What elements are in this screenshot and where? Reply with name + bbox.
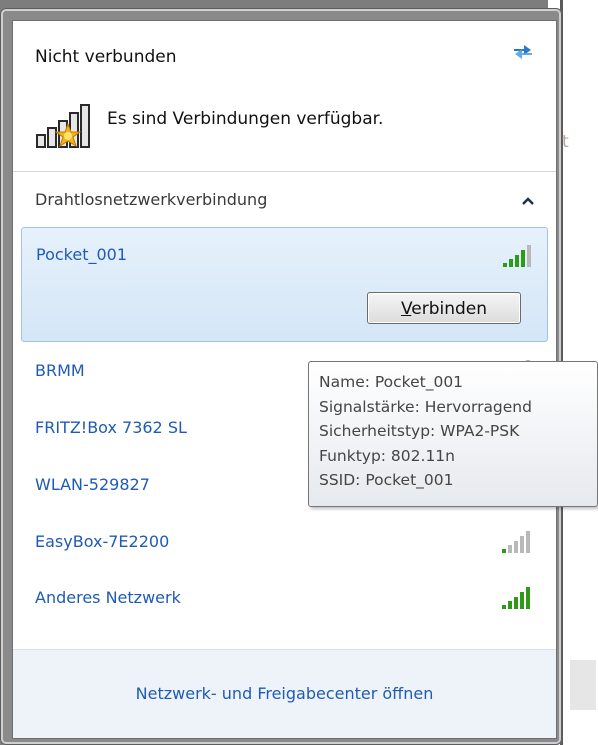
network-name: BRMM: [35, 361, 85, 380]
signal-bar: [502, 549, 506, 553]
signal-bar: [520, 592, 524, 609]
network-available-icon: [36, 104, 90, 148]
network-details-tooltip: Name: Pocket_001 Signalstärke: Hervorrag…: [308, 361, 598, 507]
wireless-section-header[interactable]: Drahtlosnetzwerkverbindung: [13, 172, 556, 228]
network-item[interactable]: Anderes Netzwerk: [21, 574, 546, 624]
background-panel: [570, 660, 596, 710]
tooltip-line: Sicherheitstyp: WPA2-PSK: [319, 422, 520, 440]
wireless-section-label: Drahtlosnetzwerkverbindung: [35, 190, 268, 209]
network-name: Anderes Netzwerk: [35, 588, 181, 607]
signal-strength-icon: [502, 531, 530, 553]
signal-strength-icon: [502, 587, 530, 609]
tooltip-line: SSID: Pocket_001: [319, 471, 454, 489]
tooltip-line: Name: Pocket_001: [319, 373, 464, 391]
network-name: WLAN-529827: [35, 475, 150, 494]
signal-bar: [526, 587, 530, 609]
flyout-footer: Netzwerk- und Freigabecenter öffnen: [13, 649, 556, 738]
connections-available-text: Es sind Verbindungen verfügbar.: [107, 109, 384, 129]
connection-status: Nicht verbunden: [35, 47, 177, 67]
network-name: FRITZ!Box 7362 SL: [35, 418, 187, 437]
network-name: Pocket_001: [36, 245, 128, 264]
signal-bar: [526, 531, 530, 553]
connect-button[interactable]: Verbinden: [367, 292, 521, 324]
signal-bar: [520, 536, 524, 553]
signal-bar: [508, 601, 512, 609]
network-item[interactable]: EasyBox-7E2200: [21, 518, 546, 568]
signal-bar: [521, 250, 525, 267]
signal-strength-icon: [503, 245, 531, 267]
signal-bar: [509, 259, 513, 267]
signal-bar: [514, 541, 518, 553]
chevron-up-icon[interactable]: [522, 197, 534, 205]
network-name: EasyBox-7E2200: [35, 532, 170, 551]
signal-bar: [527, 245, 531, 267]
signal-bar: [508, 545, 512, 553]
signal-bar: [502, 605, 506, 609]
signal-bar: [514, 597, 518, 609]
signal-bar: [503, 263, 507, 267]
signal-bar: [515, 255, 519, 267]
network-item-pocket-001[interactable]: Pocket_001 Verbinden: [21, 227, 548, 342]
tooltip-line: Signalstärke: Hervorragend: [319, 397, 532, 416]
background-text-fragment: t: [562, 132, 569, 152]
flyout-header: Nicht verbunden Es sind Verbindungen ver…: [13, 21, 556, 172]
network-sharing-center-link[interactable]: Netzwerk- und Freigabecenter öffnen: [13, 684, 556, 703]
refresh-icon[interactable]: [510, 39, 536, 65]
tooltip-line: Funktyp: 802.11n: [319, 446, 455, 465]
